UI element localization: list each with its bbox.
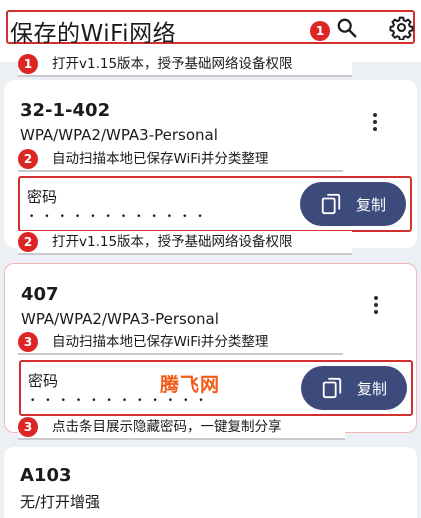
search-icon[interactable] <box>336 17 358 39</box>
annotation-text: 打开v1.15版本，授予基础网络设备权限 <box>52 234 293 250</box>
annotation-note: 2 自动扫描本地已保存WiFi并分类整理 <box>18 148 343 172</box>
password-mask[interactable]: •••••••••••• <box>29 212 213 222</box>
password-label: 密码 <box>28 372 59 390</box>
annotation-text: 自动扫描本地已保存WiFi并分类整理 <box>52 334 269 350</box>
network-security: WPA/WPA2/WPA3-Personal <box>20 126 218 144</box>
step-badge: 3 <box>18 417 38 437</box>
network-security: 无/打开增强 <box>20 493 101 511</box>
more-vert-icon[interactable] <box>371 296 381 318</box>
copy-button[interactable]: 复制 <box>300 182 406 226</box>
watermark-text: 腾飞网 <box>160 374 221 396</box>
copy-button-label: 复制 <box>356 196 387 214</box>
network-card[interactable]: A103 无/打开增强 <box>4 447 417 518</box>
password-row: 密码 •••••••••••• 复制 <box>18 176 412 232</box>
step-badge: 2 <box>18 149 38 169</box>
copy-button-label: 复制 <box>357 380 388 398</box>
network-security: WPA/WPA2/WPA3-Personal <box>21 310 219 328</box>
password-label: 密码 <box>27 188 58 206</box>
gear-icon[interactable] <box>389 15 414 40</box>
annotation-note: 1 打开v1.15版本，授予基础网络设备权限 <box>18 53 352 77</box>
step-badge: 1 <box>18 54 38 74</box>
annotation-note: 3 自动扫描本地已保存WiFi并分类整理 <box>18 331 343 355</box>
password-mask[interactable]: •••••••••••• <box>30 396 214 406</box>
more-vert-icon[interactable] <box>370 113 380 135</box>
network-ssid: 407 <box>21 284 59 305</box>
copy-icon <box>322 377 342 399</box>
annotation-note: 2 打开v1.15版本，授予基础网络设备权限 <box>18 231 352 255</box>
annotation-text: 自动扫描本地已保存WiFi并分类整理 <box>52 151 269 167</box>
annotation-text: 点击条目展示隐藏密码，一键复制分享 <box>52 419 282 435</box>
network-ssid: A103 <box>20 465 72 486</box>
copy-icon <box>321 193 341 215</box>
network-ssid: 32-1-402 <box>20 100 111 121</box>
step-badge: 2 <box>18 232 38 252</box>
step-badge: 3 <box>18 332 38 352</box>
annotation-note: 3 点击条目展示隐藏密码，一键复制分享 <box>18 416 345 440</box>
annotation-text: 打开v1.15版本，授予基础网络设备权限 <box>52 56 293 72</box>
page-title: 保存的WiFi网络 <box>10 21 177 47</box>
copy-button[interactable]: 复制 <box>301 366 407 410</box>
step-badge: 1 <box>310 21 330 41</box>
